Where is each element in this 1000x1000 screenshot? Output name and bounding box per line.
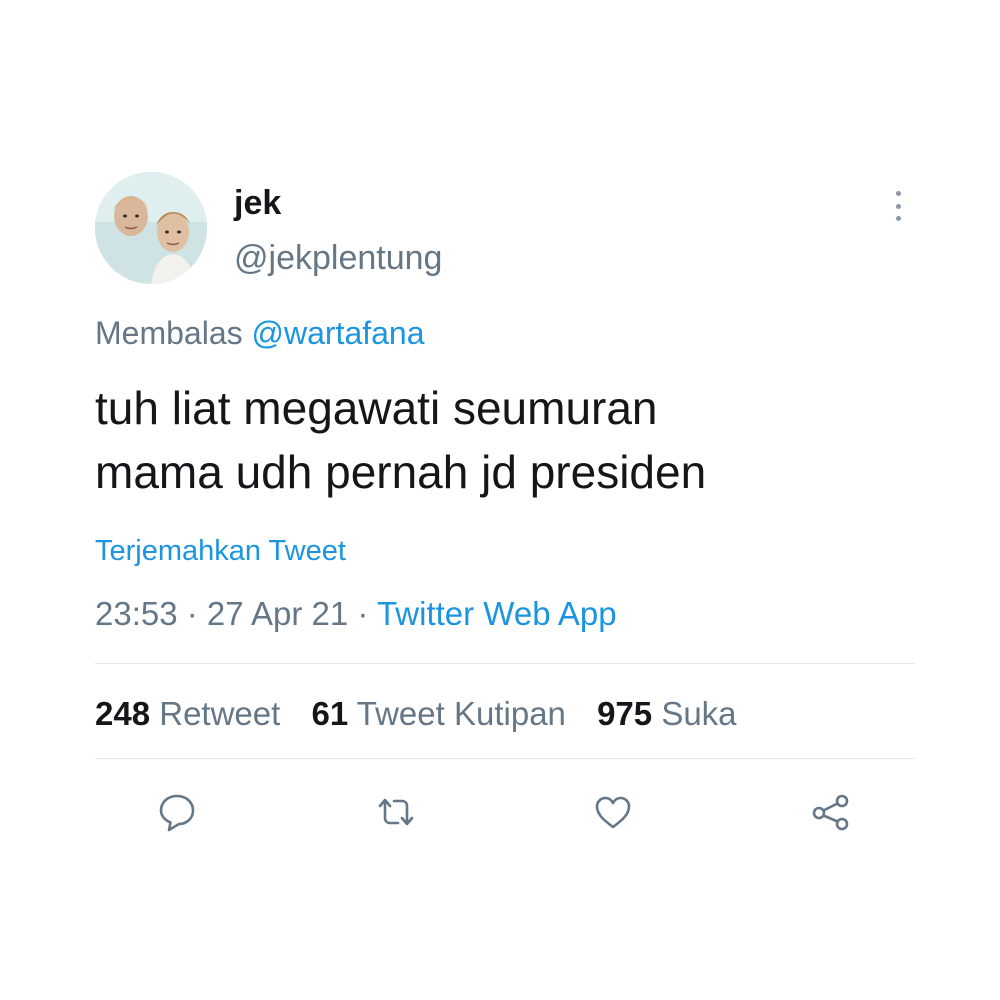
like-count: 975 xyxy=(597,695,653,732)
reply-context: Membalas @wartafana xyxy=(95,313,425,353)
author-display-name[interactable]: jek xyxy=(234,183,281,223)
like-icon xyxy=(595,796,631,829)
meta-separator: · xyxy=(177,595,207,632)
tweet-time[interactable]: 23:53 xyxy=(95,595,178,632)
retweet-icon xyxy=(378,798,414,826)
author-handle[interactable]: @jekplentung xyxy=(234,238,442,278)
more-dot xyxy=(895,216,901,221)
retweet-stat[interactable]: 248 Retweet xyxy=(95,695,280,732)
more-dot xyxy=(895,203,901,209)
retweet-count: 248 xyxy=(95,695,151,732)
tweet-stats: 248 Retweet 61 Tweet Kutipan 975 Suka xyxy=(95,694,759,734)
share-icon xyxy=(812,794,849,831)
tweet-source-link[interactable]: Twitter Web App xyxy=(377,595,617,632)
reply-prefix: Membalas xyxy=(95,315,243,351)
retweet-button[interactable] xyxy=(374,790,418,834)
tweet-metadata: 23:53 · 27 Apr 21 · Twitter Web App xyxy=(95,594,617,634)
quote-count: 61 xyxy=(311,695,349,732)
quote-stat[interactable]: 61 Tweet Kutipan xyxy=(311,695,565,732)
like-stat[interactable]: 975 Suka xyxy=(597,695,736,732)
share-button[interactable] xyxy=(809,790,853,834)
tweet-date[interactable]: 27 Apr 21 xyxy=(207,595,348,632)
divider xyxy=(95,663,915,664)
reply-button[interactable] xyxy=(155,790,199,834)
reply-mention-link[interactable]: @wartafana xyxy=(252,315,425,351)
quote-label: Tweet Kutipan xyxy=(356,695,566,732)
tweet-text: tuh liat megawati seumuran mama udh pern… xyxy=(95,382,707,498)
avatar[interactable] xyxy=(95,172,207,284)
tweet-detail: jek @jekplentung Membalas @wartafana tuh… xyxy=(0,0,1000,1000)
divider xyxy=(95,758,915,759)
more-dot xyxy=(895,191,901,196)
more-options-button[interactable] xyxy=(884,188,912,224)
translate-tweet-link[interactable]: Terjemahkan Tweet xyxy=(95,533,346,569)
retweet-label: Retweet xyxy=(159,695,281,732)
like-button[interactable] xyxy=(591,790,635,834)
meta-separator: · xyxy=(348,595,377,632)
avatar-image xyxy=(95,172,207,284)
like-label: Suka xyxy=(661,695,737,732)
reply-icon xyxy=(159,794,195,832)
